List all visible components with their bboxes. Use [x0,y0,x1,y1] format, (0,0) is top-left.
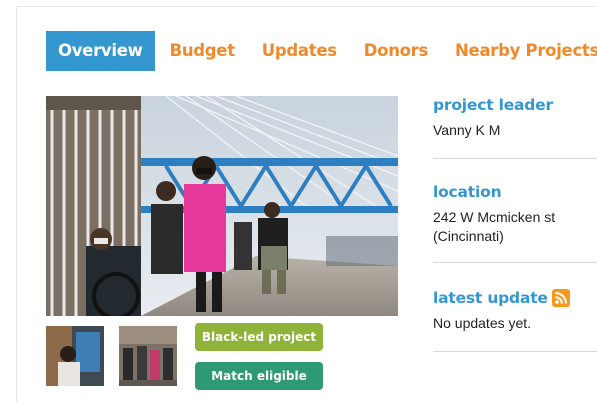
rss-icon[interactable] [551,289,570,307]
sidebar-divider [433,158,597,159]
tab-overview[interactable]: Overview [46,31,155,71]
project-leader-section: project leader Vanny K M [433,96,597,140]
sidebar-divider [433,262,597,263]
match-eligible-badge: Match eligible [195,362,323,390]
top-divider [16,6,597,7]
gallery-thumbnail-1[interactable] [46,326,104,386]
latest-update-text: No updates yet. [433,315,532,331]
project-tabs: Overview Budget Updates Donors Nearby Pr… [46,31,597,71]
location-section: location 242 W Mcmicken st (Cincinnati) [433,183,597,246]
tab-nearby-projects[interactable]: Nearby Projects [443,31,597,71]
tab-donors[interactable]: Donors [352,31,440,71]
location-city: (Cincinnati) [433,228,504,244]
location-address: 242 W Mcmicken st (Cincinnati) [433,208,597,246]
latest-update-heading: latest update [433,289,597,307]
project-leader-heading: project leader [433,96,553,114]
location-street: 242 W Mcmicken st [433,209,556,225]
project-hero-photo[interactable] [46,96,398,316]
location-heading: location [433,183,502,201]
left-divider [16,6,17,402]
sidebar-divider [433,351,597,352]
tab-budget[interactable]: Budget [158,31,247,71]
tab-updates[interactable]: Updates [250,31,349,71]
latest-update-label: latest update [433,289,548,307]
latest-update-section: latest update No updates yet. [433,289,597,333]
project-page: Overview Budget Updates Donors Nearby Pr… [0,0,597,402]
black-led-project-badge: Black-led project [195,323,323,351]
gallery-thumbnail-2[interactable] [119,326,177,386]
project-leader-name: Vanny K M [433,122,501,138]
